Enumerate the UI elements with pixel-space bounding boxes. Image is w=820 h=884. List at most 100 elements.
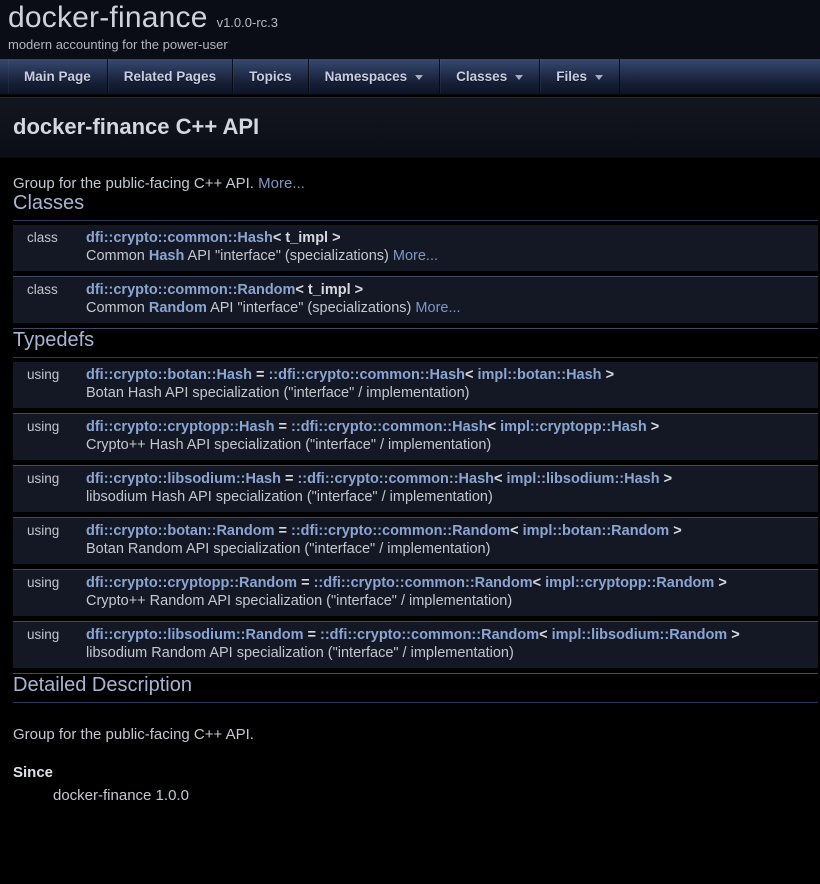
section-heading-typedefs: Typedefs (13, 329, 818, 358)
more-link[interactable]: More... (393, 248, 438, 264)
typedef-target-link[interactable]: ::dfi::crypto::common::Hash (268, 367, 465, 383)
class-desc: API "interface" (specializations) (207, 300, 416, 316)
section-heading-detailed-description: Detailed Description (13, 674, 818, 703)
typedef-target-link[interactable]: ::dfi::crypto::common::Hash (297, 471, 494, 487)
typedef-param-link[interactable]: impl::botan::Random (523, 523, 670, 539)
table-row: Crypto++ Hash API specialization ("inter… (13, 437, 818, 460)
table-row: Botan Random API specialization ("interf… (13, 541, 818, 564)
more-link[interactable]: More... (415, 300, 460, 316)
angle-open: < (533, 575, 541, 591)
angle-close: > (664, 471, 672, 487)
nav-tab-related-pages[interactable]: Related Pages (108, 59, 233, 94)
using-keyword: using (13, 466, 86, 490)
intro-text: Group for the public-facing C++ API. (13, 175, 254, 192)
typedef-param-link[interactable]: impl::cryptopp::Random (545, 575, 714, 591)
nav-tab-files[interactable]: Files (540, 59, 620, 94)
table-row: using dfi::crypto::botan::Hash = ::dfi::… (13, 362, 818, 385)
table-row: using dfi::crypto::cryptopp::Hash = ::df… (13, 414, 818, 438)
angle-close: > (606, 367, 614, 383)
typedef-alias-link[interactable]: dfi::crypto::libsodium::Random (86, 627, 303, 643)
intro-more-link[interactable]: More... (258, 175, 305, 192)
typedef-param-link[interactable]: impl::libsodium::Random (552, 627, 728, 643)
using-keyword: using (13, 362, 86, 385)
angle-open: < (510, 523, 518, 539)
contents: Group for the public-facing C++ API. Mor… (0, 158, 820, 804)
typedef-desc: Crypto++ Random API specialization ("int… (86, 593, 818, 616)
typedef-target-link[interactable]: ::dfi::crypto::common::Random (320, 627, 539, 643)
nav-tab-label: Topics (249, 69, 292, 84)
typedef-alias-link[interactable]: dfi::crypto::botan::Random (86, 523, 274, 539)
typedef-param-link[interactable]: impl::cryptopp::Hash (500, 419, 647, 435)
page-header: docker-finance C++ API (0, 97, 820, 158)
typedef-target-link[interactable]: ::dfi::crypto::common::Hash (291, 419, 488, 435)
table-row: libsodium Hash API specialization ("inte… (13, 489, 818, 512)
nav-tab-main-page[interactable]: Main Page (8, 59, 108, 94)
class-desc-link[interactable]: Hash (149, 248, 184, 264)
typedef-desc: Botan Hash API specialization ("interfac… (86, 385, 818, 408)
angle-open: < (465, 367, 473, 383)
title-area: docker-finance v1.0.0-rc.3 modern accoun… (0, 0, 820, 59)
equals-sign: = (308, 627, 316, 643)
chevron-down-icon (415, 75, 423, 80)
row-separator (13, 668, 818, 674)
nav-tab-topics[interactable]: Topics (233, 59, 309, 94)
table-row: Common Random API "interface" (specializ… (13, 300, 818, 323)
nav-tab-label: Main Page (24, 69, 91, 84)
classes-table: class dfi::crypto::common::Hash< t_impl … (13, 225, 818, 329)
nav-tab-classes[interactable]: Classes (440, 59, 540, 94)
using-keyword: using (13, 570, 86, 594)
typedefs-table: using dfi::crypto::botan::Hash = ::dfi::… (13, 362, 818, 674)
class-name-link[interactable]: dfi::crypto::common::Hash (86, 230, 273, 246)
table-row: using dfi::crypto::botan::Random = ::dfi… (13, 518, 818, 542)
since-value: docker-finance 1.0.0 (53, 787, 807, 804)
chevron-down-icon (515, 75, 523, 80)
table-row: class dfi::crypto::common::Random< t_imp… (13, 277, 818, 301)
page-title: docker-finance C++ API (13, 114, 807, 140)
typedef-desc: Botan Random API specialization ("interf… (86, 541, 818, 564)
table-row: using dfi::crypto::libsodium::Random = :… (13, 622, 818, 646)
table-row: Crypto++ Random API specialization ("int… (13, 593, 818, 616)
class-desc: Common (86, 248, 149, 264)
main-nav: Main Page Related Pages Topics Namespace… (0, 59, 820, 95)
using-keyword: using (13, 622, 86, 646)
typedef-alias-link[interactable]: dfi::crypto::libsodium::Hash (86, 471, 281, 487)
equals-sign: = (279, 523, 287, 539)
equals-sign: = (285, 471, 293, 487)
typedef-param-link[interactable]: impl::libsodium::Hash (507, 471, 660, 487)
nav-tab-label: Files (556, 69, 587, 84)
typedef-alias-link[interactable]: dfi::crypto::cryptopp::Random (86, 575, 297, 591)
class-name-link[interactable]: dfi::crypto::common::Random (86, 282, 295, 298)
nav-tab-namespaces[interactable]: Namespaces (309, 59, 441, 94)
table-row: using dfi::crypto::libsodium::Hash = ::d… (13, 466, 818, 490)
typedef-target-link[interactable]: ::dfi::crypto::common::Random (314, 575, 533, 591)
project-brief: modern accounting for the power-user (8, 37, 820, 52)
typedef-alias-link[interactable]: dfi::crypto::botan::Hash (86, 367, 252, 383)
class-desc: Common (86, 300, 149, 316)
angle-open: < (488, 419, 496, 435)
class-keyword: class (13, 277, 86, 301)
project-version: v1.0.0-rc.3 (217, 15, 278, 30)
table-row: libsodium Random API specialization ("in… (13, 645, 818, 668)
section-heading-classes: Classes (13, 192, 818, 221)
angle-open: < (539, 627, 547, 643)
typedef-target-link[interactable]: ::dfi::crypto::common::Random (291, 523, 510, 539)
angle-close: > (673, 523, 681, 539)
row-separator (13, 323, 818, 329)
since-block: Since docker-finance 1.0.0 (13, 764, 807, 804)
typedef-desc: libsodium Hash API specialization ("inte… (86, 489, 818, 512)
table-row: Common Hash API "interface" (specializat… (13, 248, 818, 271)
nav-tab-label: Namespaces (325, 69, 408, 84)
equals-sign: = (301, 575, 309, 591)
angle-close: > (718, 575, 726, 591)
typedef-alias-link[interactable]: dfi::crypto::cryptopp::Hash (86, 419, 275, 435)
using-keyword: using (13, 518, 86, 542)
intro-paragraph: Group for the public-facing C++ API. Mor… (0, 158, 820, 192)
equals-sign: = (279, 419, 287, 435)
class-desc: API "interface" (specializations) (184, 248, 393, 264)
project-name: docker-finance (8, 1, 208, 35)
angle-close: > (651, 419, 659, 435)
using-keyword: using (13, 414, 86, 438)
class-desc-link[interactable]: Random (149, 300, 207, 316)
typedef-param-link[interactable]: impl::botan::Hash (478, 367, 602, 383)
table-row: Botan Hash API specialization ("interfac… (13, 385, 818, 408)
